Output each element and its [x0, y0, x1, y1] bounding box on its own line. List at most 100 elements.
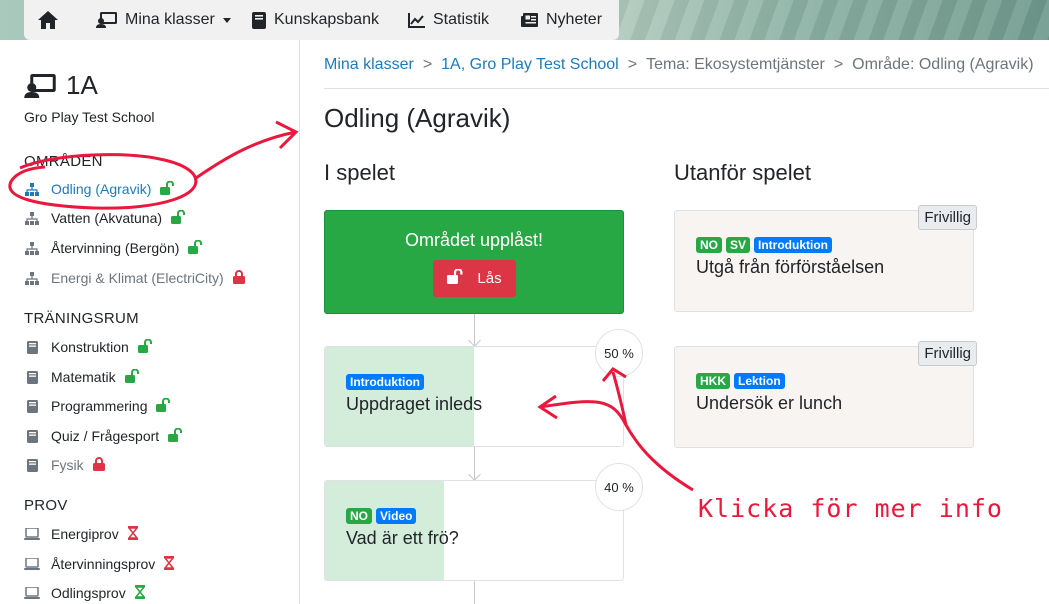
hourglass-icon [134, 584, 146, 602]
unlock-icon [137, 338, 154, 356]
school-name: Gro Play Test School [24, 109, 155, 125]
sidebar-item-konstruktion[interactable]: Konstruktion [24, 337, 154, 357]
hourglass-icon [163, 555, 175, 573]
badge-group: HKK Lektion [696, 373, 785, 389]
annotation-text: Klicka för mer info [698, 494, 1003, 523]
progress-badge: 40 % [595, 463, 643, 511]
sidebar-item-label: Matematik [51, 369, 116, 385]
class-icon [24, 73, 56, 98]
extra-title: Utgå från förförståelsen [696, 257, 885, 277]
sidebar-item-odling[interactable]: Odling (Agravik) [24, 179, 176, 199]
sidebar-item-label: Energi & Klimat (ElectriCity) [51, 270, 224, 286]
book-icon [24, 399, 40, 413]
sitemap-icon [24, 211, 40, 225]
badge-group: Introduktion [346, 374, 424, 390]
class-icon [96, 12, 117, 28]
chevron-down-icon [222, 17, 231, 23]
class-header: 1A [24, 70, 98, 101]
category-badge: Introduktion [754, 237, 832, 253]
nav-knowledge-bank[interactable]: Kunskapsbank [252, 0, 379, 40]
chart-icon [408, 12, 425, 28]
category-badge: NO [346, 508, 372, 524]
page-title: Odling (Agravik) [324, 103, 511, 133]
sidebar-item-label: Quiz / Frågesport [51, 428, 160, 444]
unlock-icon [188, 239, 204, 257]
sidebar-item-label: Energiprov [51, 526, 119, 542]
sidebar-item-programmering[interactable]: Programmering [24, 396, 172, 416]
extra-card-utga-fran-forforstaelsen[interactable]: NO SV Introduktion Utgå från förförståel… [674, 205, 977, 312]
connector-line [474, 581, 475, 604]
outside-game-heading: Utanför spelet [674, 160, 811, 185]
extra-card-undersok-er-lunch[interactable]: HKK Lektion Undersök er lunch Frivillig [674, 341, 977, 448]
breadcrumb-area: Område: Odling (Agravik) [852, 56, 1034, 73]
sidebar-item-label: Fysik [51, 457, 84, 473]
lock-area-button[interactable]: Lås [433, 260, 516, 297]
book-icon [24, 429, 40, 443]
sidebar-item-quiz[interactable]: Quiz / Frågesport [24, 426, 184, 446]
lock-button-label: Lås [477, 270, 502, 287]
exams-heading: PROV [24, 497, 68, 514]
breadcrumb: Mina klasser > 1A, Gro Play Test School … [324, 56, 1034, 74]
connector-chevron [468, 334, 481, 347]
sitemap-icon [24, 241, 40, 255]
breadcrumb-my-classes[interactable]: Mina klasser [324, 56, 414, 74]
book-icon [24, 458, 40, 472]
book-icon [24, 370, 40, 384]
nav-my-classes[interactable]: Mina klasser [96, 0, 231, 40]
optional-tag: Frivillig [918, 341, 977, 366]
lock-icon [92, 456, 105, 474]
unlock-icon [447, 268, 465, 288]
laptop-icon [24, 558, 40, 570]
training-heading: TRÄNINGSRUM [24, 310, 139, 327]
news-icon [521, 13, 538, 27]
sidebar-item-label: Återvinning (Bergön) [51, 240, 180, 256]
sidebar-item-energi[interactable]: Energi & Klimat (ElectriCity) [24, 268, 245, 288]
sidebar-item-label: Återvinningsprov [51, 556, 156, 572]
hourglass-icon [127, 525, 139, 543]
sidebar-item-label: Odling (Agravik) [51, 181, 152, 197]
sidebar-item-atervinningsprov[interactable]: Återvinningsprov [24, 554, 175, 574]
unlock-icon [171, 209, 187, 227]
category-badge: HKK [696, 373, 730, 389]
category-badge: Lektion [734, 373, 785, 389]
sitemap-icon [24, 271, 40, 285]
category-badge: Video [376, 508, 417, 524]
connector-chevron [468, 468, 481, 481]
top-navbar: Mina klasser Kunskapsbank Statistik Nyhe… [24, 0, 619, 40]
home-button[interactable] [38, 11, 58, 34]
task-card-vad-ar-ett-fro[interactable]: NO Video Vad är ett frö? 40 % [324, 463, 643, 581]
task-card-uppdraget-inleds[interactable]: Introduktion Uppdraget inleds 50 % [324, 329, 643, 447]
sidebar-item-fysik[interactable]: Fysik [24, 455, 105, 475]
sidebar-item-odlingsprov[interactable]: Odlingsprov [24, 583, 146, 603]
unlock-icon [168, 427, 184, 445]
breadcrumb-separator: > [833, 56, 844, 73]
unlock-status-text: Området upplåst! [404, 230, 544, 250]
badge-group: NO Video [346, 508, 417, 524]
sidebar: 1A Gro Play Test School OMRÅDEN Odling (… [0, 40, 300, 604]
area-unlocked-card: Området upplåst! Lås [324, 210, 624, 314]
category-badge: SV [726, 237, 751, 253]
sidebar-item-label: Odlingsprov [51, 585, 126, 601]
in-game-heading: I spelet [324, 160, 395, 185]
sidebar-item-vatten[interactable]: Vatten (Akvatuna) [24, 208, 187, 228]
unlock-icon [156, 397, 172, 415]
sidebar-item-atervinning[interactable]: Återvinning (Bergön) [24, 238, 204, 258]
nav-label: Kunskapsbank [274, 11, 379, 28]
sidebar-item-matematik[interactable]: Matematik [24, 367, 141, 387]
breadcrumb-separator: > [627, 56, 638, 73]
breadcrumb-theme: Tema: Ekosystemtjänster [646, 56, 825, 73]
laptop-icon [24, 587, 40, 599]
category-badge: Introduktion [346, 374, 424, 390]
nav-news[interactable]: Nyheter [521, 0, 602, 40]
sidebar-item-label: Vatten (Akvatuna) [51, 210, 163, 226]
breadcrumb-class[interactable]: 1A, Gro Play Test School [441, 56, 619, 74]
sidebar-item-energiprov[interactable]: Energiprov [24, 524, 139, 544]
category-badge: NO [696, 237, 722, 253]
nav-label: Mina klasser [125, 11, 215, 28]
sidebar-item-label: Programmering [51, 398, 148, 414]
nav-statistics[interactable]: Statistik [408, 0, 489, 40]
extra-title: Undersök er lunch [696, 393, 843, 413]
sitemap-icon [24, 182, 40, 196]
nav-label: Statistik [433, 11, 490, 28]
home-icon [38, 11, 58, 29]
